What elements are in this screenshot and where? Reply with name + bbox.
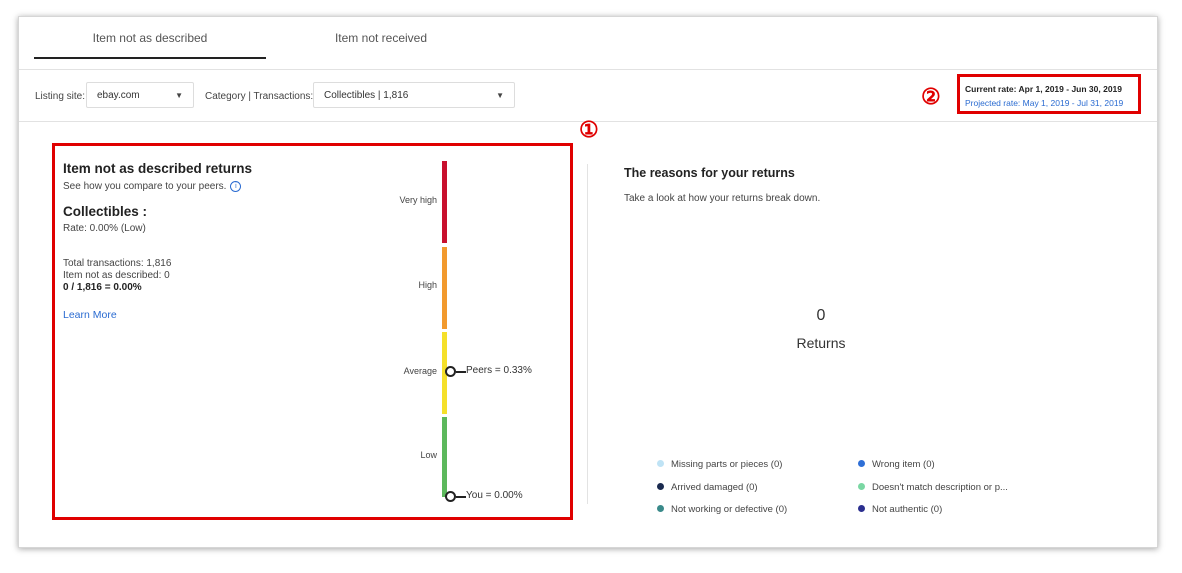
legend-item-wrong-item: Wrong item (0) — [858, 459, 935, 470]
legend-item-not-authentic: Not authentic (0) — [858, 504, 942, 515]
level-label-very-high: Very high — [399, 195, 437, 205]
info-icon[interactable]: i — [230, 181, 242, 192]
category-label: Category | Transactions: — [205, 91, 314, 102]
category-select[interactable]: Collectibles | 1,816 ▼ — [313, 82, 515, 108]
legend-dot — [657, 482, 664, 490]
right-panel-subtitle: Take a look at how your returns break do… — [624, 193, 821, 204]
panel-divider — [587, 164, 588, 504]
legend-label: Arrived damaged (0) — [671, 482, 758, 493]
meter-segment-low — [442, 417, 447, 497]
meter-segment-high — [442, 247, 447, 329]
level-label-high: High — [418, 280, 437, 290]
legend-label: Missing parts or pieces (0) — [671, 459, 783, 470]
annotation-marker-1: ① — [579, 117, 599, 142]
legend-item-arrived-damaged: Arrived damaged (0) — [657, 482, 758, 493]
tab-item-not-received[interactable]: Item not received — [281, 17, 481, 57]
annotation-highlight-box — [52, 143, 573, 520]
category-heading: Collectibles : — [63, 204, 148, 219]
legend-item-doesnt-match: Doesn't match description or p... — [858, 482, 1008, 493]
rate-text: Rate: 0.00% (Low) — [63, 223, 146, 234]
peers-pointer-line — [456, 371, 466, 373]
category-value: Collectibles | 1,816 — [324, 90, 409, 101]
legend-label: Not working or defective (0) — [671, 504, 788, 515]
you-pointer-line — [456, 496, 466, 498]
legend-dot — [858, 482, 865, 490]
you-marker-icon — [445, 491, 456, 502]
returns-card: Item not as described Item not received … — [18, 16, 1158, 548]
legend-dot — [858, 504, 865, 512]
subtitle-text: See how you compare to your peers. — [63, 181, 227, 193]
legend-dot — [657, 459, 664, 467]
total-transactions: Total transactions: 1,816 — [63, 258, 172, 269]
listing-site-label: Listing site: — [35, 91, 86, 102]
left-panel-subtitle: See how you compare to your peers. i — [63, 181, 242, 193]
tab-bar: Item not as described Item not received — [19, 17, 1157, 70]
level-label-low: Low — [420, 450, 437, 460]
rate-formula: 0 / 1,816 = 0.00% — [63, 282, 142, 293]
meter-segment-very-high — [442, 161, 447, 243]
returns-count-label: Returns — [796, 335, 846, 351]
rate-period-box: Current rate: Apr 1, 2019 - Jun 30, 2019… — [957, 74, 1141, 114]
legend-label: Wrong item (0) — [872, 459, 935, 470]
chevron-down-icon: ▼ — [175, 91, 183, 100]
peers-label: Peers = 0.33% — [466, 365, 532, 376]
legend-dot — [858, 459, 865, 467]
legend-label: Not authentic (0) — [872, 504, 943, 515]
left-panel-title: Item not as described returns — [63, 161, 253, 176]
legend-item-not-working: Not working or defective (0) — [657, 504, 787, 515]
annotation-marker-2: ② — [921, 84, 941, 109]
current-rate: Current rate: Apr 1, 2019 - Jun 30, 2019 — [965, 84, 1123, 94]
level-label-average: Average — [403, 366, 437, 376]
returns-count: 0 — [816, 307, 826, 324]
inad-count: Item not as described: 0 — [63, 270, 170, 281]
projected-rate-link[interactable]: Projected rate: May 1, 2019 - Jul 31, 20… — [965, 98, 1123, 108]
legend-dot — [657, 504, 664, 512]
listing-site-select[interactable]: ebay.com ▼ — [86, 82, 194, 108]
right-panel-title: The reasons for your returns — [624, 166, 795, 180]
peers-marker-icon — [445, 366, 456, 377]
learn-more-link[interactable]: Learn More — [63, 309, 117, 321]
listing-site-value: ebay.com — [97, 90, 140, 101]
legend-label: Doesn't match description or p... — [872, 482, 1008, 493]
legend-item-missing-parts: Missing parts or pieces (0) — [657, 459, 782, 470]
you-label: You = 0.00% — [466, 490, 523, 501]
tab-item-not-as-described[interactable]: Item not as described — [34, 17, 266, 59]
chevron-down-icon: ▼ — [496, 91, 504, 100]
